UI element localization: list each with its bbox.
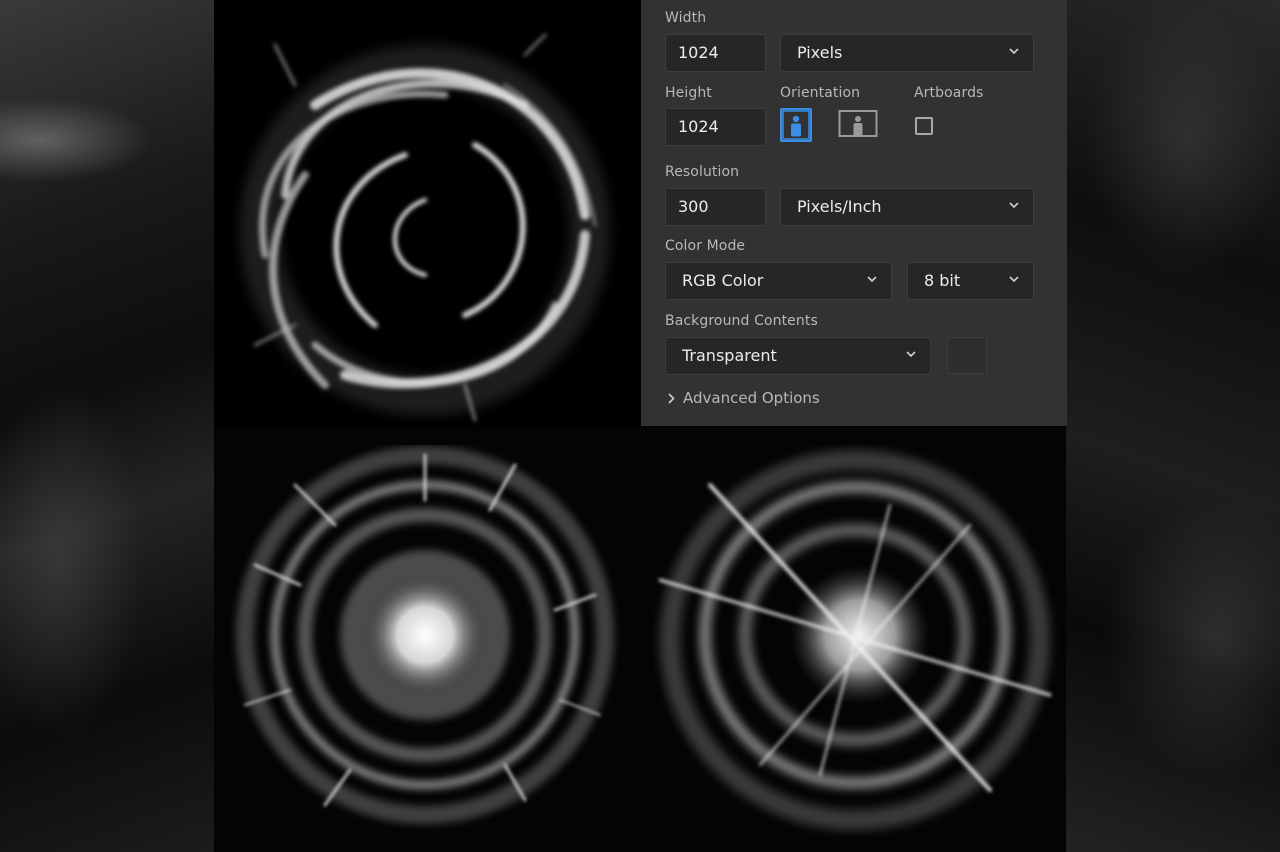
background-contents-value: Transparent (682, 346, 777, 365)
orientation-label: Orientation (780, 85, 861, 101)
color-mode-label: Color Mode (665, 238, 746, 254)
color-mode-select[interactable]: RGB Color (665, 262, 892, 300)
background-color-swatch[interactable] (947, 337, 987, 374)
width-label: Width (665, 10, 707, 26)
portrait-orientation-button[interactable] (780, 108, 812, 142)
background-contents-select[interactable]: Transparent (665, 337, 931, 375)
background-contents-label: Background Contents (665, 313, 818, 329)
resolution-unit-value: Pixels/Inch (797, 197, 882, 216)
height-input[interactable]: 1024 (665, 108, 766, 146)
bit-depth-value: 8 bit (924, 271, 961, 290)
height-label: Height (665, 85, 712, 101)
new-document-settings-panel: Width 1024 Pixels Height 1024 Orientatio… (641, 0, 1067, 426)
resolution-input[interactable]: 300 (665, 188, 766, 226)
chevron-down-icon (867, 276, 877, 282)
background-art-left (0, 0, 214, 852)
advanced-options-label: Advanced Options (683, 389, 820, 407)
color-mode-value: RGB Color (682, 271, 764, 290)
chevron-down-icon (906, 351, 916, 357)
width-unit-value: Pixels (797, 43, 843, 62)
flare-ring-brush-preview (650, 445, 1060, 845)
chevron-down-icon (1009, 202, 1019, 208)
chevron-down-icon (1009, 48, 1019, 54)
chevron-right-icon (668, 392, 675, 404)
resolution-unit-select[interactable]: Pixels/Inch (780, 188, 1034, 226)
artboards-label: Artboards (914, 85, 984, 101)
advanced-options-toggle[interactable]: Advanced Options (668, 389, 820, 407)
portrait-orientation-icon (782, 110, 810, 140)
artboards-checkbox[interactable] (915, 117, 933, 135)
swirl-brush-preview (225, 25, 625, 425)
chevron-down-icon (1009, 276, 1019, 282)
resolution-label: Resolution (665, 164, 740, 180)
width-unit-select[interactable]: Pixels (780, 34, 1034, 72)
bit-depth-select[interactable]: 8 bit (907, 262, 1034, 300)
ring-brush-preview (225, 445, 625, 845)
landscape-orientation-button[interactable] (838, 108, 878, 142)
landscape-orientation-icon (838, 110, 878, 137)
width-input[interactable]: 1024 (665, 34, 766, 72)
background-art-right (1066, 0, 1280, 852)
